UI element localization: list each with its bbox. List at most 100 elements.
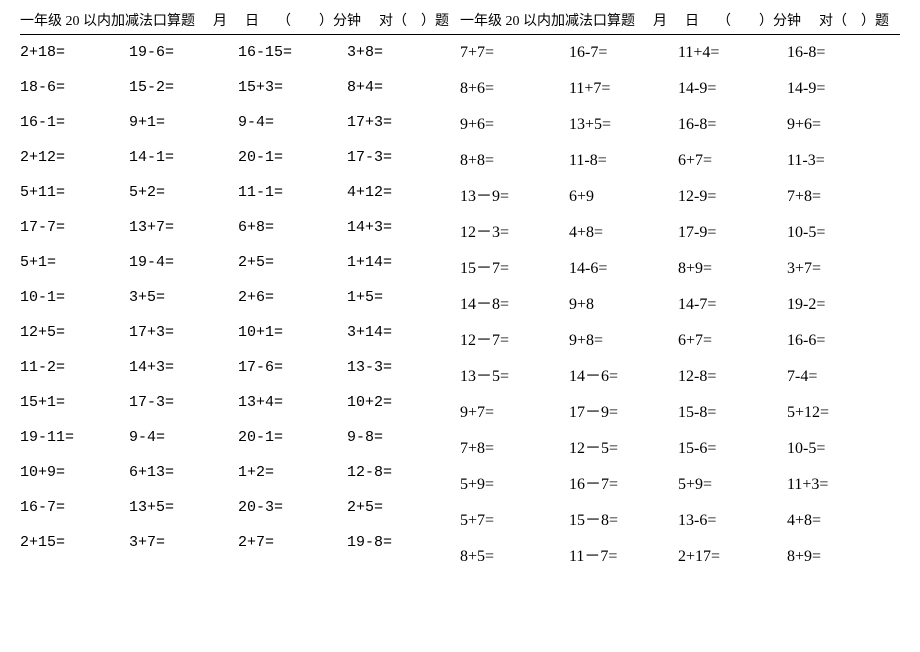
problem-cell: 8+8= <box>460 153 563 169</box>
problem-cell: 11－7= <box>569 549 672 565</box>
problem-cell: 9-8= <box>347 430 450 445</box>
problem-cell: 17-9= <box>678 225 781 241</box>
problem-cell: 5+9= <box>460 477 563 493</box>
problem-cell: 17-6= <box>238 360 341 375</box>
problem-cell: 11+3= <box>787 477 890 493</box>
problem-cell: 9-4= <box>238 115 341 130</box>
problem-cell: 7+7= <box>460 45 563 61</box>
problem-cell: 19-8= <box>347 535 450 550</box>
problem-cell: 16－7= <box>569 477 672 493</box>
problem-cell: 13-3= <box>347 360 450 375</box>
problem-cell: 14-9= <box>787 81 890 97</box>
problem-cell: 16-7= <box>569 45 672 61</box>
problem-cell: 17-7= <box>20 220 123 235</box>
problem-cell: 15－8= <box>569 513 672 529</box>
problem-cell: 10+9= <box>20 465 123 480</box>
problem-cell: 3+7= <box>787 261 890 277</box>
problem-cell: 10-1= <box>20 290 123 305</box>
problem-cell: 8+5= <box>460 549 563 565</box>
problem-cell: 10+2= <box>347 395 450 410</box>
problem-cell: 14-6= <box>569 261 672 277</box>
problem-cell: 6+9 <box>569 189 672 205</box>
problem-cell: 1+5= <box>347 290 450 305</box>
problem-cell: 6+7= <box>678 153 781 169</box>
problem-cell: 7+8= <box>787 189 890 205</box>
problem-cell: 16-1= <box>20 115 123 130</box>
problem-cell: 17+3= <box>129 325 232 340</box>
problem-cell: 13+4= <box>238 395 341 410</box>
problem-cell: 9-4= <box>129 430 232 445</box>
problem-cell: 10+1= <box>238 325 341 340</box>
problem-cell: 3+5= <box>129 290 232 305</box>
problem-cell: 11+4= <box>678 45 781 61</box>
problem-cell: 15+3= <box>238 80 341 95</box>
left-half: 2+18=19-6=16-15=3+8=18-6=15-2=15+3=8+4=1… <box>20 45 460 565</box>
problem-cell: 16-8= <box>678 117 781 133</box>
problem-cell: 4+12= <box>347 185 450 200</box>
problem-grid-left: 2+18=19-6=16-15=3+8=18-6=15-2=15+3=8+4=1… <box>20 45 460 550</box>
problem-cell: 5+2= <box>129 185 232 200</box>
problem-cell: 14－8= <box>460 297 563 313</box>
problem-cell: 17－9= <box>569 405 672 421</box>
problem-cell: 4+8= <box>787 513 890 529</box>
problem-cell: 2+6= <box>238 290 341 305</box>
problem-cell: 18-6= <box>20 80 123 95</box>
worksheet-body: 2+18=19-6=16-15=3+8=18-6=15-2=15+3=8+4=1… <box>20 45 900 565</box>
problem-cell: 17-3= <box>347 150 450 165</box>
problem-cell: 12-8= <box>678 369 781 385</box>
problem-cell: 10-5= <box>787 441 890 457</box>
problem-cell: 11+7= <box>569 81 672 97</box>
month-label: 月 <box>653 10 667 30</box>
problem-cell: 17+3= <box>347 115 450 130</box>
problem-cell: 3+7= <box>129 535 232 550</box>
problem-cell: 5+1= <box>20 255 123 270</box>
header-left: 一年级 20 以内加减法口算题 月 日 （ ）分钟 对（ ）题 <box>20 10 460 30</box>
problem-cell: 2+15= <box>20 535 123 550</box>
problem-cell: 7+8= <box>460 441 563 457</box>
problem-cell: 8+9= <box>678 261 781 277</box>
problem-cell: 2+17= <box>678 549 781 565</box>
problem-cell: 13+7= <box>129 220 232 235</box>
problem-cell: 12+5= <box>20 325 123 340</box>
problem-cell: 1+14= <box>347 255 450 270</box>
problem-cell: 2+5= <box>238 255 341 270</box>
problem-cell: 12－7= <box>460 333 563 349</box>
problem-cell: 9+1= <box>129 115 232 130</box>
problem-cell: 19-2= <box>787 297 890 313</box>
minutes-label: （ ）分钟 <box>717 10 801 30</box>
problem-cell: 19-11= <box>20 430 123 445</box>
problem-cell: 14-9= <box>678 81 781 97</box>
problem-cell: 5+11= <box>20 185 123 200</box>
problem-cell: 20-1= <box>238 150 341 165</box>
problem-cell: 12-8= <box>347 465 450 480</box>
problem-cell: 20-1= <box>238 430 341 445</box>
problem-cell: 6+7= <box>678 333 781 349</box>
problem-cell: 14-1= <box>129 150 232 165</box>
problem-cell: 19-6= <box>129 45 232 60</box>
problem-cell: 8+6= <box>460 81 563 97</box>
day-label: 日 <box>685 10 699 30</box>
problem-cell: 12－5= <box>569 441 672 457</box>
problem-cell: 12－3= <box>460 225 563 241</box>
problem-cell: 13－9= <box>460 189 563 205</box>
right-half: 7+7= 16-7= 11+4= 16-8= 8+6= 11+7= 14-9= 14-9= 9+… <box>460 45 900 565</box>
problem-cell: 11-3= <box>787 153 890 169</box>
problem-cell: 10-5= <box>787 225 890 241</box>
problem-cell: 9+7= <box>460 405 563 421</box>
problem-cell: 5+7= <box>460 513 563 529</box>
problem-cell: 7-4= <box>787 369 890 385</box>
problem-cell: 11-8= <box>569 153 672 169</box>
problem-cell: 20-3= <box>238 500 341 515</box>
problem-cell: 14－6= <box>569 369 672 385</box>
problem-cell: 8+4= <box>347 80 450 95</box>
problem-cell: 8+9= <box>787 549 890 565</box>
correct-label: 对（ ）题 <box>819 10 889 30</box>
problem-cell: 19-4= <box>129 255 232 270</box>
day-label: 日 <box>245 10 259 30</box>
worksheet-title: 一年级 20 以内加减法口算题 <box>20 10 195 30</box>
problem-cell: 15-8= <box>678 405 781 421</box>
problem-cell: 16-8= <box>787 45 890 61</box>
problem-cell: 6+8= <box>238 220 341 235</box>
problem-cell: 15+1= <box>20 395 123 410</box>
problem-cell: 9+8= <box>569 333 672 349</box>
